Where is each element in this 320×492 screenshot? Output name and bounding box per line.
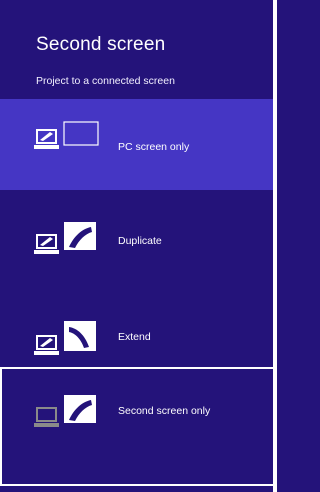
panel-edge <box>273 0 277 492</box>
duplicate-icon <box>34 222 96 254</box>
option-extend[interactable]: Extend <box>0 279 277 366</box>
option-duplicate[interactable]: Duplicate <box>0 190 277 279</box>
option-label: Extend <box>118 331 151 343</box>
extend-icon <box>34 321 96 355</box>
option-pc-screen-only[interactable]: PC screen only <box>0 99 277 190</box>
option-label: Second screen only <box>118 405 211 417</box>
second-screen-panel: Second screen Project to a connected scr… <box>0 0 277 492</box>
pc-screen-only-icon <box>34 121 99 149</box>
option-label: Duplicate <box>118 235 162 247</box>
panel-title: Second screen <box>36 34 166 55</box>
second-screen-only-icon <box>34 395 96 427</box>
option-label: PC screen only <box>118 141 190 153</box>
option-second-screen-only[interactable]: Second screen only <box>0 367 277 486</box>
panel-header: Second screen Project to a connected scr… <box>0 0 277 100</box>
panel-subtitle: Project to a connected screen <box>36 75 175 87</box>
